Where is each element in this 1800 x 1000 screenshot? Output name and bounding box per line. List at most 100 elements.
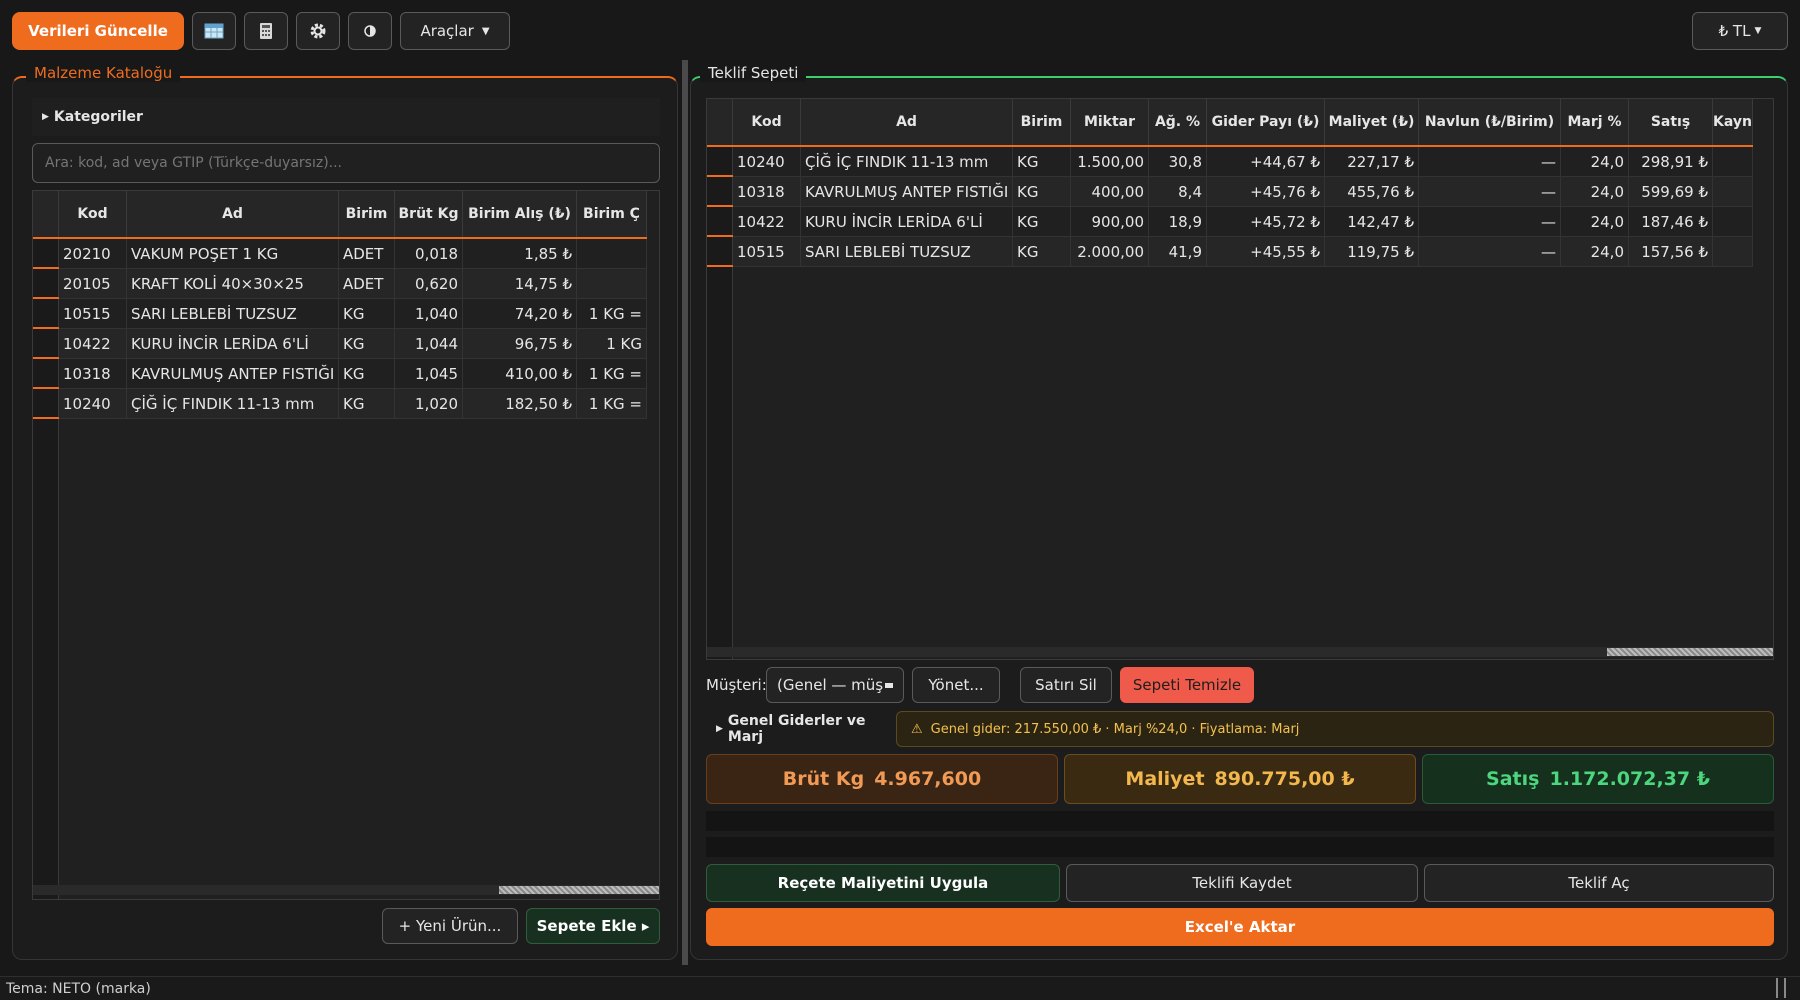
cart-corner-cell[interactable] (707, 99, 733, 145)
cart-table-cell: KG (1013, 207, 1071, 236)
cart-column-header[interactable]: Miktar (1071, 99, 1149, 145)
cost-card: Maliyet 890.775,00 ₺ (1064, 754, 1416, 804)
catalog-row-marker (33, 387, 59, 389)
catalog-header-row: Kod Ad Birim Brüt Kg Birim Alış (₺) Birim Ç (33, 191, 647, 239)
cart-table-cell: — (1419, 147, 1561, 176)
cart-column-header[interactable]: Birim (1013, 99, 1071, 145)
catalog-row-header-column (33, 239, 59, 899)
catalog-column-header[interactable]: Ad (127, 191, 339, 237)
customer-select[interactable]: (Genel — müş (766, 667, 904, 703)
cart-table-cell: 142,47 ₺ (1325, 207, 1419, 236)
catalog-horizontal-scrollbar[interactable] (33, 885, 659, 895)
catalog-table-cell: 14,75 ₺ (463, 269, 577, 298)
currency-select[interactable]: ₺ TL ▼ (1692, 12, 1788, 50)
cart-scrollbar-thumb[interactable] (1607, 648, 1773, 656)
cart-table-cell: 10318 (733, 177, 801, 206)
catalog-scrollbar-thumb[interactable] (499, 886, 659, 894)
refresh-data-button[interactable]: Verileri Güncelle (12, 12, 184, 50)
gear-icon (310, 23, 326, 39)
cart-table-cell: 24,0 (1561, 237, 1629, 266)
catalog-column-header[interactable]: Kod (59, 191, 127, 237)
cart-column-header[interactable]: Kod (733, 99, 801, 145)
cart-table-cell (1713, 177, 1753, 206)
catalog-table-row[interactable]: 20210 VAKUM POŞET 1 KG ADET 0,018 1,85 ₺ (59, 239, 647, 269)
catalog-row-marker (33, 417, 59, 419)
catalog-column-header[interactable]: Birim Ç (577, 191, 647, 237)
cart-column-header[interactable]: Ağ. % (1149, 99, 1207, 145)
export-excel-label: Excel'e Aktar (1184, 918, 1296, 936)
new-product-label: + Yeni Ürün... (398, 917, 502, 935)
cart-column-header[interactable]: Maliyet (₺) (1325, 99, 1419, 145)
categories-label: Kategoriler (53, 109, 143, 125)
cart-row-marker (707, 175, 733, 177)
table-view-button[interactable] (192, 12, 236, 50)
catalog-table-cell: KAVRULMUŞ ANTEP FISTIĞI (127, 359, 339, 388)
apply-recipe-cost-label: Reçete Maliyetini Uygula (777, 874, 989, 892)
cart-table-cell: KURU İNCİR LERİDA 6'Lİ (801, 207, 1013, 236)
cart-column-header[interactable]: Kayn (1713, 99, 1753, 145)
catalog-column-header[interactable]: Birim (339, 191, 395, 237)
cart-table-cell: KG (1013, 237, 1071, 266)
tools-menu-button[interactable]: Araçlar ▼ (400, 12, 510, 50)
catalog-corner-cell[interactable] (33, 191, 59, 237)
cart-table-cell: 187,46 ₺ (1629, 207, 1713, 236)
catalog-column-header[interactable]: Birim Alış (₺) (463, 191, 577, 237)
cart-table-cell: 41,9 (1149, 237, 1207, 266)
cart-column-header[interactable]: Satış (1629, 99, 1713, 145)
cart-table-cell: 10515 (733, 237, 801, 266)
cart-table-row[interactable]: 10422 KURU İNCİR LERİDA 6'Lİ KG 900,00 18,9 +… (733, 207, 1753, 237)
panel-splitter[interactable] (682, 60, 688, 965)
cart-table-cell: SARI LEBLEBİ TUZSUZ (801, 237, 1013, 266)
sales-value: 1.172.072,37 ₺ (1549, 768, 1710, 790)
manage-customers-button[interactable]: Yönet... (912, 667, 1000, 703)
cart-column-header[interactable]: Navlun (₺/Birim) (1419, 99, 1561, 145)
theme-toggle-button[interactable] (348, 12, 392, 50)
catalog-search-input[interactable] (32, 143, 660, 183)
cart-column-header[interactable]: Marj % (1561, 99, 1629, 145)
currency-label: ₺ TL (1718, 22, 1751, 40)
cart-table-cell: 298,91 ₺ (1629, 147, 1713, 176)
catalog-table-row[interactable]: 10240 ÇİĞ İÇ FINDIK 11-13 mm KG 1,020 182,50… (59, 389, 647, 419)
new-product-button[interactable]: + Yeni Ürün... (382, 908, 518, 944)
cart-table-cell: ÇİĞ İÇ FINDIK 11-13 mm (801, 147, 1013, 176)
categories-toggle[interactable]: ▶ Kategoriler (32, 98, 660, 136)
cart-column-header[interactable]: Ad (801, 99, 1013, 145)
catalog-table-cell: 1 KG = (577, 389, 647, 418)
sales-card: Satış 1.172.072,37 ₺ (1422, 754, 1774, 804)
cart-table-cell (1713, 207, 1753, 236)
cart-table-row[interactable]: 10515 SARI LEBLEBİ TUZSUZ KG 2.000,00 41,9 +4… (733, 237, 1753, 267)
cart-table-cell: 24,0 (1561, 147, 1629, 176)
open-quote-button[interactable]: Teklif Aç (1424, 864, 1774, 902)
catalog-table-cell: 20105 (59, 269, 127, 298)
catalog-column-header[interactable]: Brüt Kg (395, 191, 463, 237)
catalog-table-cell: 410,00 ₺ (463, 359, 577, 388)
catalog-table-cell: 20210 (59, 239, 127, 268)
cart-table-cell: 119,75 ₺ (1325, 237, 1419, 266)
cart-column-header[interactable]: Gider Payı (₺) (1207, 99, 1325, 145)
catalog-table-row[interactable]: 10515 SARI LEBLEBİ TUZSUZ KG 1,040 74,20 ₺ 1 … (59, 299, 647, 329)
catalog-table-row[interactable]: 10318 KAVRULMUŞ ANTEP FISTIĞI KG 1,045 410,0… (59, 359, 647, 389)
catalog-table-cell: 10318 (59, 359, 127, 388)
calculator-button[interactable] (244, 12, 288, 50)
catalog-table-row[interactable]: 20105 KRAFT KOLİ 40×30×25 ADET 0,620 14,75 ₺ (59, 269, 647, 299)
catalog-row-marker (33, 357, 59, 359)
catalog-table-row[interactable]: 10422 KURU İNCİR LERİDA 6'Lİ KG 1,044 96,75 … (59, 329, 647, 359)
export-excel-button[interactable]: Excel'e Aktar (706, 908, 1774, 946)
cart-horizontal-scrollbar[interactable] (707, 647, 1773, 657)
cart-table-row[interactable]: 10240 ÇİĞ İÇ FINDIK 11-13 mm KG 1.500,00 30,… (733, 147, 1753, 177)
apply-recipe-cost-button[interactable]: Reçete Maliyetini Uygula (706, 864, 1060, 902)
cart-table-row[interactable]: 10318 KAVRULMUŞ ANTEP FISTIĞI KG 400,00 8,4 +… (733, 177, 1753, 207)
cart-row-marker (707, 205, 733, 207)
delete-row-button[interactable]: Satırı Sil (1020, 667, 1112, 703)
refresh-data-label: Verileri Güncelle (28, 22, 168, 40)
clear-cart-button[interactable]: Sepeti Temizle (1120, 667, 1254, 703)
catalog-table-cell: KG (339, 299, 395, 328)
settings-button[interactable] (296, 12, 340, 50)
overhead-toggle[interactable]: ▶ Genel Giderler ve Marj (706, 711, 884, 747)
catalog-title: Malzeme Kataloğu (26, 64, 181, 82)
save-quote-button[interactable]: Teklifi Kaydet (1066, 864, 1418, 902)
add-to-cart-button[interactable]: Sepete Ekle ▸ (526, 908, 660, 944)
catalog-table-cell: 10422 (59, 329, 127, 358)
delete-row-label: Satırı Sil (1035, 676, 1097, 694)
resize-grip-icon[interactable] (1776, 978, 1786, 998)
